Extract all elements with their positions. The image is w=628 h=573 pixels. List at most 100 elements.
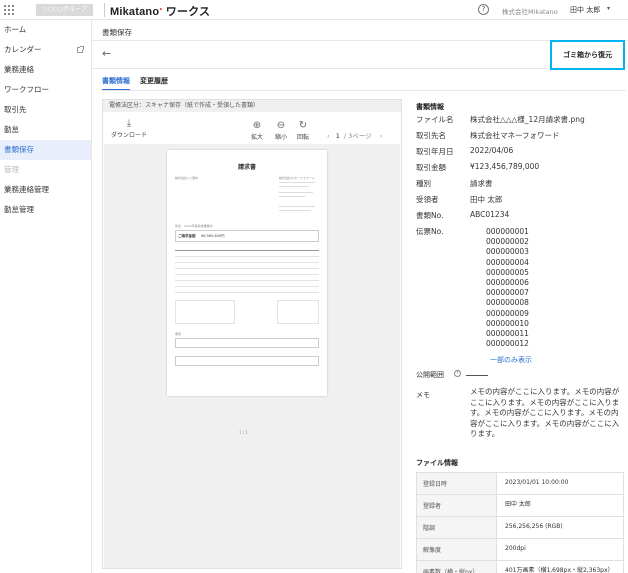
sidebar-item-partners[interactable]: 取引先 xyxy=(0,100,91,120)
invoice-number: 000000008 xyxy=(486,298,529,308)
document-preview: 請求書 株式会社○○御中 株式会社マネーフォワード 件名：2022年度請求書御中… xyxy=(167,150,327,396)
app-grid-icon[interactable] xyxy=(4,5,14,15)
sidebar-item-label: 勤怠管理 xyxy=(4,205,34,214)
info-value: 請求書 xyxy=(470,179,493,188)
sidebar-item-label: 業務連絡管理 xyxy=(4,185,49,194)
tenant-switcher[interactable]: ○○○○グループ xyxy=(36,4,93,16)
sidebar-item-attendance[interactable]: 勤怠 xyxy=(0,120,91,140)
preview-tax-box xyxy=(175,300,235,324)
restore-from-trash-button[interactable]: ゴミ箱から復元 xyxy=(550,40,625,70)
info-key: 書類No. xyxy=(416,211,444,220)
table-row: 登録者 田中 太郎 xyxy=(417,495,623,517)
user-menu[interactable]: 田中 太郎 xyxy=(570,5,600,15)
file-info-value: 401万画素（横1,698px・縦2,363px） xyxy=(505,567,614,573)
zoom-in-icon: ⊕ xyxy=(252,120,262,131)
invoice-number: 000000010 xyxy=(486,318,529,328)
preview-table-row xyxy=(175,262,319,263)
preview-to: 株式会社○○御中 xyxy=(175,176,199,180)
invoice-number: 000000007 xyxy=(486,288,529,298)
rotate-icon: ↻ xyxy=(298,120,308,131)
info-value: 株式会社マネーフォワード xyxy=(470,131,560,140)
viewer-canvas: 請求書 株式会社○○御中 株式会社マネーフォワード 件名：2022年度請求書御中… xyxy=(104,144,400,568)
invoice-number-list: 000000001 000000002 000000003 000000004 … xyxy=(486,227,529,349)
preview-page-number: 1 / 1 xyxy=(239,430,248,435)
file-info-key: 登録者 xyxy=(417,495,497,516)
logo-text: Mikatano xyxy=(110,6,160,18)
tab-change-history[interactable]: 変更履歴 xyxy=(140,76,168,86)
sidebar-item-contact-admin[interactable]: 業務連絡管理 xyxy=(0,180,91,200)
logo[interactable]: Mikatano● ワークス xyxy=(110,3,210,19)
preview-table-row xyxy=(175,292,319,293)
preview-title: 請求書 xyxy=(237,164,256,171)
info-key: 取引年月日 xyxy=(416,147,454,156)
sidebar-item-label: 書類保存 xyxy=(4,145,34,154)
preview-table-row xyxy=(175,286,319,287)
info-value: 2022/04/06 xyxy=(470,146,514,155)
invoice-number: 000000002 xyxy=(486,237,529,247)
logo-mark-icon: ● xyxy=(159,6,163,13)
invoice-number: 000000006 xyxy=(486,278,529,288)
page-current: 1 xyxy=(335,132,340,140)
table-row: 登録日時 2023/01/01 10:00:00 xyxy=(417,473,623,495)
zoom-out-icon: ⊖ xyxy=(276,120,286,131)
preview-table-header xyxy=(175,250,319,251)
sidebar-item-attendance-admin[interactable]: 勤怠管理 xyxy=(0,200,91,220)
file-info-value: 256,256,256 (RGB) xyxy=(505,523,563,530)
zoom-in-button[interactable]: ⊕ 拡大 xyxy=(249,120,265,141)
divider xyxy=(92,68,548,69)
zoom-in-label: 拡大 xyxy=(250,134,263,141)
rotate-label: 回転 xyxy=(296,134,309,141)
invoice-number: 000000012 xyxy=(486,339,529,349)
preview-line xyxy=(279,182,315,183)
next-page-icon[interactable]: › xyxy=(380,132,383,140)
info-key: 取引先名 xyxy=(416,131,446,140)
sidebar-item-workflow[interactable]: ワークフロー xyxy=(0,80,91,100)
info-value: ¥123,456,789,000 xyxy=(470,162,540,171)
table-row: 階調 256,256,256 (RGB) xyxy=(417,517,623,539)
document-viewer: 電帳法区分：スキャナ保存（紙で作成・受領した書類） ⤓ ダウンロード ⊕ 拡大 … xyxy=(102,99,402,569)
invoice-number: 000000011 xyxy=(486,329,529,339)
top-bar: ○○○○グループ Mikatano● ワークス ? 株式会社Mikatano 田… xyxy=(0,0,628,20)
sidebar-item-label: カレンダー xyxy=(4,45,42,54)
preview-remarks-box xyxy=(175,356,319,366)
viewer-header: 電帳法区分：スキャナ保存（紙で作成・受領した書類） xyxy=(103,100,401,112)
divider xyxy=(102,90,626,91)
page-title: 書類保存 xyxy=(102,28,132,37)
file-info-key: 階調 xyxy=(417,517,497,538)
zoom-out-button[interactable]: ⊖ 縮小 xyxy=(273,120,289,141)
sidebar-item-document-storage[interactable]: 書類保存 xyxy=(0,140,91,160)
table-row: 画素数（横・縦px） 401万画素（横1,698px・縦2,363px） xyxy=(417,561,623,573)
file-info-key: 登録日時 xyxy=(417,473,497,494)
info-key: 取引金額 xyxy=(416,163,446,172)
file-info-value: 200dpi xyxy=(505,545,526,552)
public-scope-label: 公開範囲 xyxy=(416,371,444,379)
sidebar-item-business-contact[interactable]: 業務連絡 xyxy=(0,60,91,80)
tab-document-info[interactable]: 書類情報 xyxy=(102,76,130,91)
preview-total-box xyxy=(277,300,319,324)
download-button[interactable]: ⤓ ダウンロード xyxy=(111,118,147,139)
help-icon[interactable]: ? xyxy=(478,4,489,15)
prev-page-icon[interactable]: ‹ xyxy=(327,132,330,140)
rotate-button[interactable]: ↻ 回転 xyxy=(295,120,311,141)
invoice-number: 000000004 xyxy=(486,257,529,267)
file-info-value: 田中 太郎 xyxy=(505,501,531,508)
logo-suffix: ワークス xyxy=(165,6,211,18)
chevron-down-icon[interactable]: ▾ xyxy=(607,5,610,12)
public-scope-empty xyxy=(466,375,488,376)
preview-line xyxy=(279,192,313,193)
help-icon[interactable]: ? xyxy=(454,370,461,377)
back-arrow-icon[interactable]: ← xyxy=(102,47,111,60)
pager: ‹ 1/ 3ページ › xyxy=(327,130,382,140)
memo-value: メモの内容がここに入ります。メモの内容がここに入ります。メモの内容がここに入りま… xyxy=(470,387,620,438)
preview-notes-label: 備考 xyxy=(175,332,182,336)
sidebar-item-home[interactable]: ホーム xyxy=(0,20,91,40)
sidebar-item-calendar[interactable]: カレンダー xyxy=(0,40,91,60)
zoom-out-label: 縮小 xyxy=(274,134,287,141)
document-info-heading: 書類情報 xyxy=(416,103,444,111)
preview-table-row xyxy=(175,280,319,281)
table-row: 解像度 200dpi xyxy=(417,539,623,561)
show-partial-link[interactable]: 一部のみ表示 xyxy=(490,355,532,365)
preview-table-row xyxy=(175,268,319,269)
file-info-table: 登録日時 2023/01/01 10:00:00 登録者 田中 太郎 階調 256,2… xyxy=(416,472,624,573)
download-icon: ⤓ xyxy=(126,118,132,129)
